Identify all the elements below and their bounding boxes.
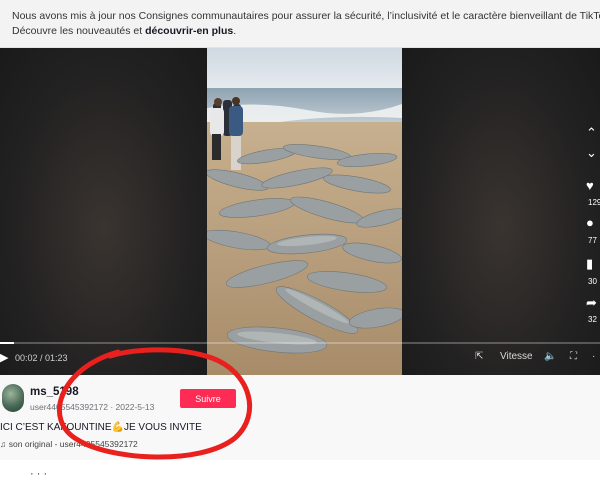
more-icon[interactable]: · xyxy=(592,351,595,362)
comments-header-peek: · · · xyxy=(30,468,48,480)
mini-player-icon[interactable]: ⇱ xyxy=(475,351,483,362)
follow-button[interactable]: Suivre xyxy=(180,389,236,408)
avatar[interactable] xyxy=(2,384,24,412)
comment-icon[interactable]: ● xyxy=(586,216,594,229)
video-caption: ICI C’EST KAFOUNTINE💪JE VOUS INVITE xyxy=(0,422,202,433)
video-info: ms_5198 user4405545392172 · 2022-5-13 Su… xyxy=(0,375,600,460)
banner-text-suffix: . xyxy=(233,25,237,37)
play-icon[interactable]: ▶ xyxy=(0,351,12,365)
banner-text-line1: Nous avons mis à jour nos Consignes comm… xyxy=(12,10,600,22)
volume-icon[interactable]: 🔈 xyxy=(544,351,556,362)
speed-button[interactable]: Vitesse xyxy=(500,351,533,362)
chevron-up-icon[interactable]: ⌃ xyxy=(586,126,597,139)
sound-link[interactable]: ♫ son original - user4405545392172 xyxy=(0,439,138,449)
bookmark-icon[interactable]: ▮ xyxy=(586,257,593,270)
sound-label: son original - user4405545392172 xyxy=(8,439,138,449)
share-icon[interactable]: ➦ xyxy=(586,296,597,309)
progress-fill xyxy=(0,342,15,344)
comment-count: 77 xyxy=(588,236,597,245)
video-blur-left xyxy=(0,48,207,375)
fullscreen-icon[interactable]: ⛶ xyxy=(570,351,577,362)
guidelines-banner: Nous avons mis à jour nos Consignes comm… xyxy=(0,0,600,48)
chevron-down-icon[interactable]: ⌄ xyxy=(586,146,597,159)
video-blur-right xyxy=(402,48,600,375)
time-display: 00:02 / 01:23 xyxy=(15,353,68,363)
video-frame[interactable] xyxy=(207,48,402,375)
banner-text-prefix: Découvre les nouveautés et xyxy=(12,25,143,37)
save-count: 30 xyxy=(588,277,597,286)
username[interactable]: ms_5198 xyxy=(30,386,79,398)
like-count: 129 xyxy=(588,198,600,207)
share-count: 32 xyxy=(588,315,597,324)
music-note-icon: ♫ xyxy=(0,439,7,449)
author-subline: user4405545392172 · 2022-5-13 xyxy=(30,402,155,412)
heart-icon[interactable]: ♥ xyxy=(586,179,594,192)
action-column: ⌃ ⌄ ♥ 129 ● 77 ▮ 30 ➦ 32 xyxy=(582,48,600,375)
video-thumbnail-image xyxy=(207,48,402,375)
banner-text-line2: Découvre les nouveautés et découvrir-en … xyxy=(12,25,236,38)
video-player[interactable]: ⌃ ⌄ ♥ 129 ● 77 ▮ 30 ➦ 32 ▶ 00:02 / 01:23… xyxy=(0,48,600,375)
progress-bar[interactable] xyxy=(0,342,600,344)
learn-more-link[interactable]: découvrir-en plus xyxy=(145,25,233,37)
